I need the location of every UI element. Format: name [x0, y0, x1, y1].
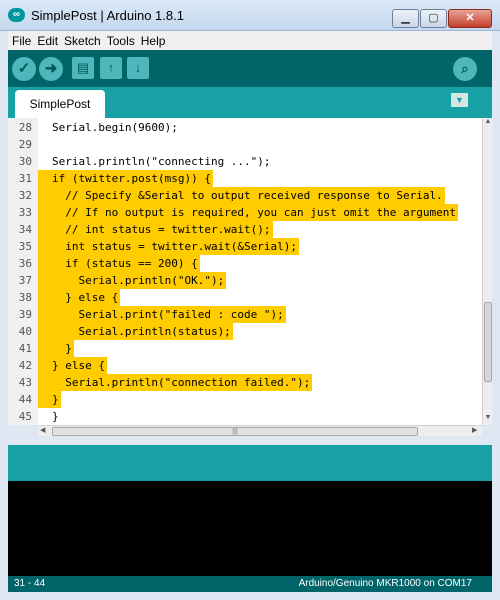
new-icon[interactable]: ▤ — [72, 57, 94, 79]
code-line[interactable]: 39 Serial.print("failed : code "); — [8, 306, 482, 323]
scroll-right-icon[interactable]: ▶ — [472, 426, 477, 434]
line-number: 37 — [18, 274, 32, 287]
line-number: 41 — [18, 342, 32, 355]
close-button[interactable]: ✕ — [448, 9, 492, 28]
line-number: 35 — [18, 240, 32, 253]
code-line[interactable]: 28 Serial.begin(9600); — [8, 119, 482, 136]
code-text[interactable]: // If no output is required, you can jus… — [38, 204, 458, 221]
code-text[interactable]: // Specify &Serial to output received re… — [38, 187, 445, 204]
horizontal-scrollbar[interactable]: ◀ ||| ▶ — [38, 425, 482, 436]
window-title: SimplePost | Arduino 1.8.1 — [31, 8, 184, 23]
line-number: 33 — [18, 206, 32, 219]
menu-file[interactable]: File — [12, 34, 31, 48]
scroll-up-icon[interactable]: ▲ — [484, 118, 492, 125]
vertical-scroll-thumb[interactable] — [484, 302, 492, 382]
menu-sketch[interactable]: Sketch — [64, 34, 101, 48]
line-number: 38 — [18, 291, 32, 304]
code-line[interactable]: 31 if (twitter.post(msg)) { — [8, 170, 482, 187]
code-text[interactable] — [38, 136, 54, 153]
code-line[interactable]: 44} — [8, 391, 482, 408]
code-text[interactable]: if (status == 200) { — [38, 255, 200, 272]
line-number: 30 — [18, 155, 32, 168]
code-text[interactable]: int status = twitter.wait(&Serial); — [38, 238, 300, 255]
code-line[interactable]: 29 — [8, 136, 482, 153]
code-text[interactable]: } — [38, 340, 74, 357]
menu-edit[interactable]: Edit — [37, 34, 58, 48]
tab-simplepost[interactable]: SimplePost — [15, 90, 105, 118]
code-line[interactable]: 42 } else { — [8, 357, 482, 374]
code-line[interactable]: 37 Serial.println("OK."); — [8, 272, 482, 289]
save-icon[interactable]: ↓ — [127, 57, 149, 79]
code-text[interactable]: Serial.println(status); — [38, 323, 233, 340]
upload-icon[interactable]: ➜ — [39, 57, 63, 81]
line-number: 40 — [18, 325, 32, 338]
menu-bar: File Edit Sketch Tools Help — [8, 31, 492, 50]
code-editor[interactable]: 28 Serial.begin(9600); 29 30 Serial.println(… — [8, 118, 492, 436]
code-line[interactable]: 34 // int status = twitter.wait(); — [8, 221, 482, 238]
toolbar: ✓ ➜ ▤ ↑ ↓ ⌕ — [8, 50, 492, 87]
arduino-logo-icon: ∞ — [8, 8, 25, 22]
console-output — [8, 481, 492, 576]
code-line[interactable]: 36 if (status == 200) { — [8, 255, 482, 272]
code-text[interactable]: Serial.print("failed : code "); — [38, 306, 286, 323]
line-number: 34 — [18, 223, 32, 236]
vertical-scrollbar[interactable]: ▲ ▼ — [482, 118, 492, 425]
line-number: 43 — [18, 376, 32, 389]
code-text[interactable]: Serial.begin(9600); — [38, 119, 180, 136]
code-line[interactable]: 41 } — [8, 340, 482, 357]
line-number: 36 — [18, 257, 32, 270]
code-line[interactable]: 38 } else { — [8, 289, 482, 306]
menu-help[interactable]: Help — [141, 34, 166, 48]
code-text[interactable]: // int status = twitter.wait(); — [38, 221, 273, 238]
menu-tools[interactable]: Tools — [107, 34, 135, 48]
code-line[interactable]: 32 // Specify &Serial to output received… — [8, 187, 482, 204]
code-text[interactable]: Serial.println("OK."); — [38, 272, 227, 289]
maximize-button[interactable]: ▢ — [420, 9, 447, 28]
line-number: 39 — [18, 308, 32, 321]
open-icon[interactable]: ↑ — [100, 57, 122, 79]
code-line[interactable]: 43 Serial.println("connection failed."); — [8, 374, 482, 391]
code-text[interactable]: } — [38, 391, 61, 408]
line-number: 44 — [18, 393, 32, 406]
tab-menu-icon[interactable]: ▼ — [451, 93, 468, 107]
line-number: 31 — [18, 172, 32, 185]
scroll-left-icon[interactable]: ◀ — [40, 426, 45, 434]
status-bar: 31 - 44 Arduino/Genuino MKR1000 on COM17 — [8, 576, 492, 592]
scroll-down-icon[interactable]: ▼ — [484, 414, 492, 421]
line-number: 28 — [18, 121, 32, 134]
code-text[interactable]: } — [38, 408, 61, 425]
line-number: 42 — [18, 359, 32, 372]
code-text[interactable]: } else { — [38, 289, 121, 306]
title-bar: ∞ SimplePost | Arduino 1.8.1 ▁ ▢ ✕ — [0, 0, 500, 31]
verify-icon[interactable]: ✓ — [12, 57, 36, 81]
line-number: 32 — [18, 189, 32, 202]
code-line[interactable]: 30 Serial.println("connecting ..."); — [8, 153, 482, 170]
editor-console-divider[interactable] — [8, 445, 492, 481]
code-area[interactable]: 28 Serial.begin(9600); 29 30 Serial.println(… — [8, 118, 482, 425]
serial-monitor-icon[interactable]: ⌕ — [453, 57, 477, 81]
code-line[interactable]: 40 Serial.println(status); — [8, 323, 482, 340]
code-line[interactable]: 35 int status = twitter.wait(&Serial); — [8, 238, 482, 255]
tab-bar: SimplePost ▼ — [8, 87, 492, 118]
cursor-position: 31 - 44 — [14, 578, 46, 589]
code-line[interactable]: 45} — [8, 408, 482, 425]
code-line[interactable]: 33 // If no output is required, you can … — [8, 204, 482, 221]
board-port: Arduino/Genuino MKR1000 on COM17 — [298, 578, 472, 589]
code-text[interactable]: Serial.println("connection failed."); — [38, 374, 313, 391]
code-text[interactable]: Serial.println("connecting ..."); — [38, 153, 273, 170]
minimize-button[interactable]: ▁ — [392, 9, 419, 28]
line-number: 45 — [18, 410, 32, 423]
code-text[interactable]: if (twitter.post(msg)) { — [38, 170, 213, 187]
horizontal-scroll-thumb[interactable]: ||| — [52, 427, 418, 436]
code-text[interactable]: } else { — [38, 357, 107, 374]
line-number: 29 — [18, 138, 32, 151]
